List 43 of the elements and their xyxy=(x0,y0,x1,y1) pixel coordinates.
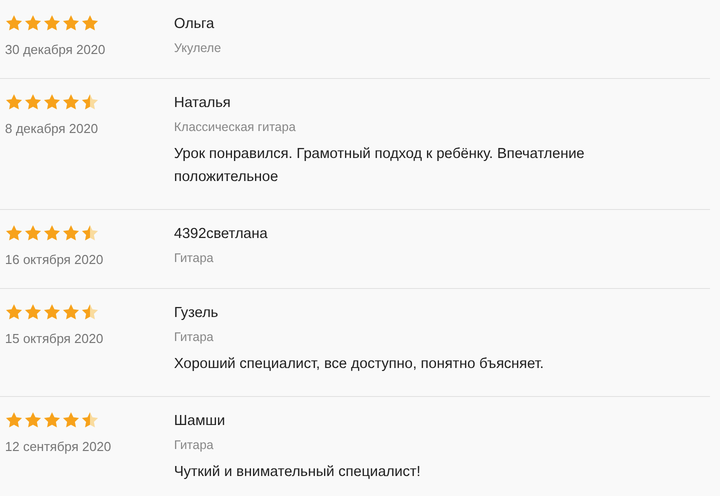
review-date: 15 октября 2020 xyxy=(5,331,104,347)
star-icon xyxy=(24,93,42,111)
star-icon xyxy=(62,14,80,32)
half-star-icon xyxy=(81,93,99,111)
author-name: 4392светлана xyxy=(174,225,269,244)
star-icon xyxy=(62,224,80,242)
star-icon xyxy=(5,303,23,321)
lesson-subject: Гитара xyxy=(174,329,214,346)
review-date: 8 декабря 2020 xyxy=(5,121,99,137)
star-icon xyxy=(43,411,61,429)
review-date: 30 декабря 2020 xyxy=(5,42,106,58)
star-icon xyxy=(43,224,61,242)
star-icon xyxy=(62,411,80,429)
star-icon xyxy=(24,303,42,321)
star-icon xyxy=(62,303,80,321)
lesson-subject: Укулеле xyxy=(174,40,222,57)
review-text: Урок понравился. Грамотный подход к ребёнку. Впечатление положительное xyxy=(174,145,586,187)
star-icon xyxy=(5,93,23,111)
review-date: 12 сентября 2020 xyxy=(5,439,112,455)
lesson-subject: Классическая гитара xyxy=(174,119,297,136)
star-icon xyxy=(43,14,61,32)
star-icon xyxy=(24,224,42,242)
half-star-icon xyxy=(81,224,99,242)
star-icon xyxy=(24,411,42,429)
star-icon xyxy=(43,93,61,111)
author-name: Шамши xyxy=(174,412,226,431)
star-icon xyxy=(62,93,80,111)
star-icon xyxy=(5,411,23,429)
star-icon xyxy=(81,14,99,32)
author-name: Гузель xyxy=(174,304,220,323)
lesson-subject: Гитара xyxy=(174,437,214,454)
half-star-icon xyxy=(81,303,99,321)
star-icon xyxy=(5,14,23,32)
star-icon xyxy=(5,224,23,242)
lesson-subject: Гитара xyxy=(174,250,214,267)
review-text: Чуткий и внимательный специалист! xyxy=(174,463,422,482)
review-date: 16 октября 2020 xyxy=(5,252,104,268)
star-icon xyxy=(24,14,42,32)
author-name: Наталья xyxy=(174,94,232,113)
review-text: Хороший специалист, все доступно, понятно бъясняет. xyxy=(174,355,545,374)
half-star-icon xyxy=(81,411,99,429)
star-icon xyxy=(43,303,61,321)
author-name: Ольга xyxy=(174,15,216,34)
